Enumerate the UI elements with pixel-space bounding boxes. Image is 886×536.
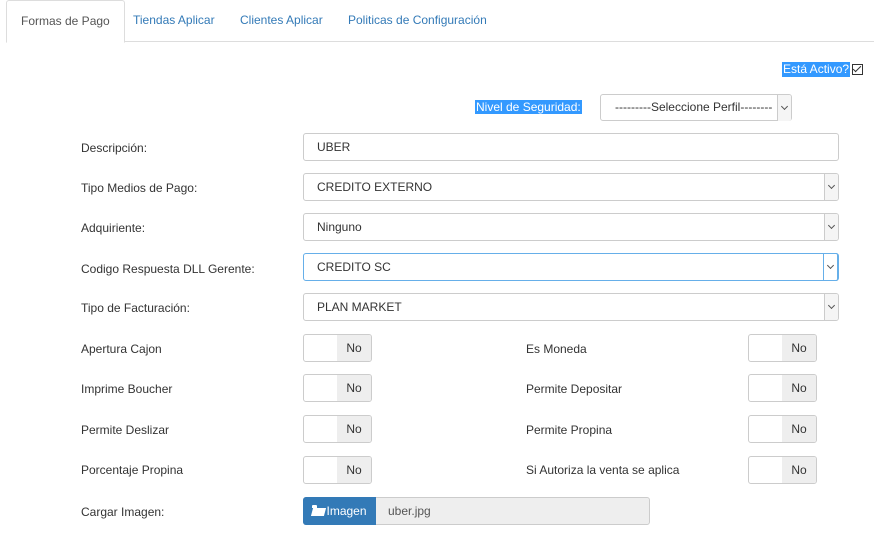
- active-checkbox-group: Está Activo?: [782, 62, 864, 77]
- active-label: Está Activo?: [782, 62, 851, 77]
- chevron-down-icon: [824, 214, 838, 240]
- payment-type-label: Tipo Medios de Pago:: [81, 181, 198, 195]
- toggle-state: No: [337, 457, 371, 483]
- acquirer-label: Adquiriente:: [81, 221, 146, 235]
- response-code-label: Codigo Respuesta DLL Gerente:: [81, 262, 255, 276]
- image-upload-field: Imagen uber.jpg: [303, 497, 650, 525]
- chevron-down-icon: [777, 95, 791, 121]
- active-checkbox[interactable]: [852, 63, 864, 75]
- tip-percentage-label: Porcentaje Propina: [81, 463, 184, 477]
- response-code-select[interactable]: CREDITO SC: [303, 253, 839, 281]
- payment-type-value: CREDITO EXTERNO: [317, 180, 433, 194]
- security-level-label: Nivel de Seguridad:: [475, 100, 582, 114]
- description-input[interactable]: UBER: [303, 133, 839, 161]
- tab-formas-de-pago[interactable]: Formas de Pago: [6, 0, 125, 43]
- profile-select[interactable]: ---------Seleccione Perfil--------: [600, 94, 792, 121]
- payment-type-select[interactable]: CREDITO EXTERNO: [303, 173, 839, 201]
- print-voucher-toggle[interactable]: No: [303, 374, 372, 402]
- allow-tip-toggle[interactable]: No: [748, 415, 817, 443]
- tab-tiendas-aplicar[interactable]: Tiendas Aplicar: [119, 0, 229, 42]
- folder-open-icon: [312, 505, 325, 517]
- print-voucher-label: Imprime Boucher: [81, 382, 173, 396]
- tab-label: Clientes Aplicar: [240, 13, 323, 27]
- upload-image-button[interactable]: Imagen: [303, 497, 376, 525]
- billing-type-label: Tipo de Facturación:: [81, 301, 190, 315]
- profile-select-value: ---------Seleccione Perfil--------: [615, 100, 773, 114]
- tab-label: Formas de Pago: [21, 14, 110, 28]
- is-currency-label: Es Moneda: [526, 342, 587, 356]
- authorize-sale-toggle[interactable]: No: [748, 456, 817, 484]
- chevron-down-icon: [824, 174, 838, 200]
- toggle-state: No: [782, 375, 816, 401]
- acquirer-select[interactable]: Ninguno: [303, 213, 839, 241]
- is-currency-toggle[interactable]: No: [748, 334, 817, 362]
- upload-image-label: Cargar Imagen:: [81, 505, 165, 519]
- upload-filename: uber.jpg: [388, 504, 431, 518]
- cash-drawer-toggle[interactable]: No: [303, 334, 372, 362]
- toggle-state: No: [782, 457, 816, 483]
- allow-swipe-label: Permite Deslizar: [81, 423, 170, 437]
- upload-button-label: Imagen: [326, 504, 367, 518]
- allow-swipe-toggle[interactable]: No: [303, 415, 372, 443]
- tab-label: Politicas de Configuración: [348, 13, 487, 27]
- chevron-down-icon: [823, 253, 838, 281]
- allow-deposit-label: Permite Depositar: [526, 382, 623, 396]
- description-label: Descripción:: [81, 141, 148, 155]
- tab-bar: Formas de Pago Tiendas Aplicar Clientes …: [6, 0, 874, 43]
- allow-deposit-toggle[interactable]: No: [748, 374, 817, 402]
- billing-type-select[interactable]: PLAN MARKET: [303, 293, 839, 321]
- description-value: UBER: [317, 140, 351, 154]
- tab-clientes-aplicar[interactable]: Clientes Aplicar: [226, 0, 337, 42]
- acquirer-value: Ninguno: [317, 220, 362, 234]
- allow-tip-label: Permite Propina: [526, 423, 613, 437]
- chevron-down-icon: [824, 294, 838, 320]
- toggle-state: No: [337, 335, 371, 361]
- billing-type-value: PLAN MARKET: [317, 300, 402, 314]
- check-icon: [852, 63, 862, 73]
- toggle-state: No: [782, 335, 816, 361]
- authorize-sale-label: Si Autoriza la venta se aplica: [526, 463, 680, 477]
- tab-label: Tiendas Aplicar: [133, 13, 215, 27]
- toggle-state: No: [337, 416, 371, 442]
- cash-drawer-label: Apertura Cajon: [81, 342, 162, 356]
- toggle-state: No: [782, 416, 816, 442]
- tab-politicas-configuracion[interactable]: Politicas de Configuración: [334, 0, 501, 42]
- response-code-value: CREDITO SC: [317, 260, 391, 274]
- toggle-state: No: [337, 375, 371, 401]
- tip-percentage-toggle[interactable]: No: [303, 456, 372, 484]
